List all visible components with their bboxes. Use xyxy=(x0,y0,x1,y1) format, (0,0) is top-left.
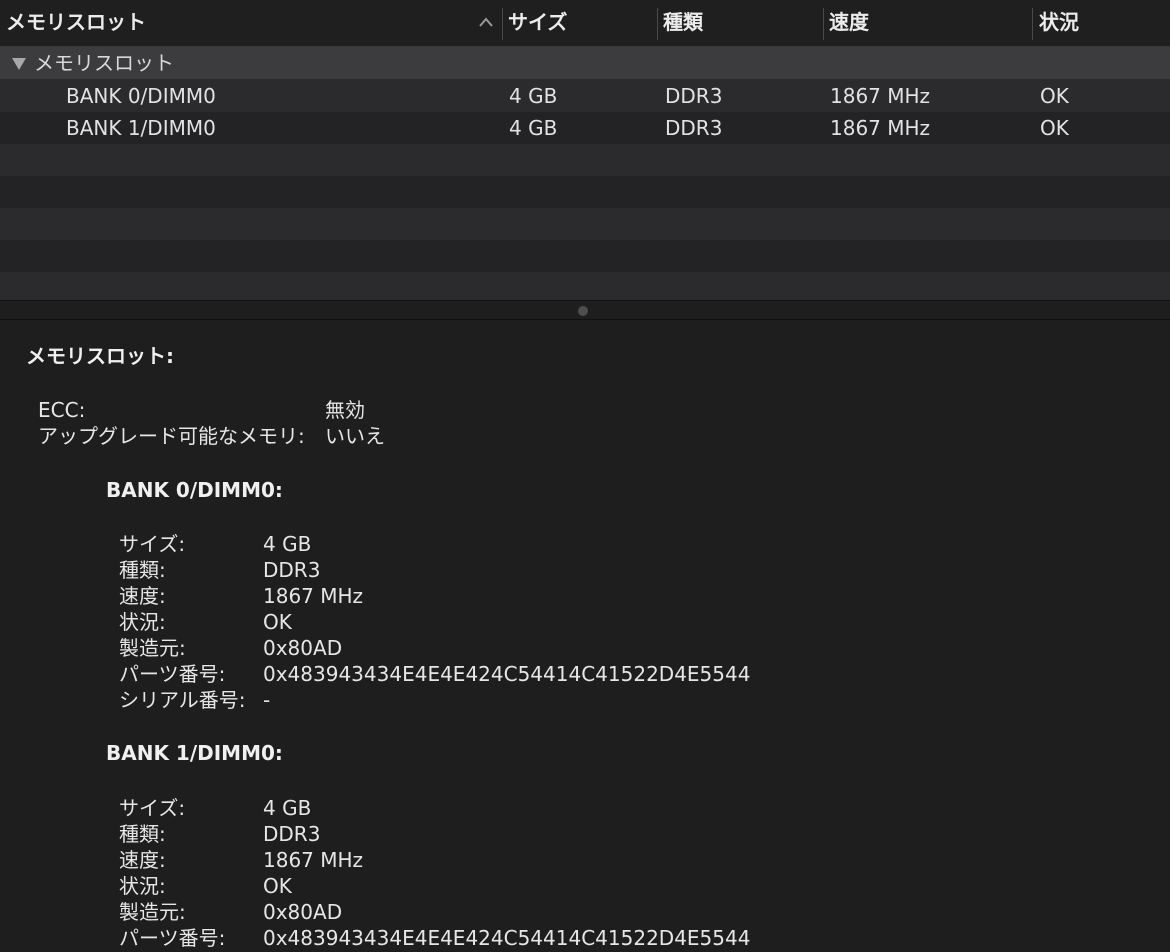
field-label: 速度: xyxy=(119,584,166,608)
field-value: 1867 MHz xyxy=(263,848,364,872)
field-value: 1867 MHz xyxy=(263,584,364,608)
column-header-type[interactable]: 種類 xyxy=(663,0,703,46)
bank-1-title: BANK 1/DIMM0: xyxy=(106,741,283,765)
empty-row xyxy=(0,240,1170,272)
cell-size: 4 GB xyxy=(509,116,558,140)
empty-row xyxy=(0,144,1170,176)
pane-splitter[interactable] xyxy=(0,300,1170,320)
sort-ascending-icon[interactable] xyxy=(476,0,496,46)
field-label: サイズ: xyxy=(119,796,186,820)
cell-speed: 1867 MHz xyxy=(830,116,931,140)
cell-name: BANK 0/DIMM0 xyxy=(66,84,216,108)
cell-type: DDR3 xyxy=(665,84,723,108)
field-value: 0x80AD xyxy=(263,636,343,660)
field-label: 状況: xyxy=(119,874,166,898)
field-label: 速度: xyxy=(119,848,166,872)
group-row-memory-slots[interactable]: メモリスロット xyxy=(0,47,1170,79)
column-divider[interactable] xyxy=(502,8,503,40)
column-divider[interactable] xyxy=(823,8,824,40)
field-label: 製造元: xyxy=(119,900,186,924)
disclosure-triangle-icon[interactable] xyxy=(11,56,27,70)
summary-value-ecc: 無効 xyxy=(325,398,365,422)
field-value: 4 GB xyxy=(263,532,312,556)
field-label: シリアル番号: xyxy=(119,688,246,712)
summary-value-upgradeable: いいえ xyxy=(325,424,385,448)
field-value: - xyxy=(263,688,271,712)
detail-pane: メモリスロット: ECC: 無効 アップグレード可能なメモリ: いいえ BANK… xyxy=(0,320,1170,952)
field-label: 製造元: xyxy=(119,636,186,660)
column-header-speed[interactable]: 速度 xyxy=(829,0,869,46)
field-label: パーツ番号: xyxy=(119,662,226,686)
splitter-handle[interactable] xyxy=(578,306,588,316)
bank-0-title: BANK 0/DIMM0: xyxy=(106,478,283,502)
cell-size: 4 GB xyxy=(509,84,558,108)
empty-row xyxy=(0,208,1170,240)
cell-type: DDR3 xyxy=(665,116,723,140)
cell-name: BANK 1/DIMM0 xyxy=(66,116,216,140)
summary-label-ecc: ECC: xyxy=(38,398,86,422)
empty-row xyxy=(0,176,1170,208)
field-label: 種類: xyxy=(119,822,166,846)
cell-status: OK xyxy=(1040,116,1069,140)
field-value: 0x80AD xyxy=(263,900,343,924)
empty-row xyxy=(0,272,1170,300)
field-label: サイズ: xyxy=(119,532,186,556)
column-divider[interactable] xyxy=(657,8,658,40)
group-label: メモリスロット xyxy=(34,51,174,75)
field-value: DDR3 xyxy=(263,558,321,582)
table-row[interactable]: BANK 1/DIMM0 4 GB DDR3 1867 MHz OK xyxy=(0,112,1170,144)
summary-label-upgradeable: アップグレード可能なメモリ: xyxy=(38,424,305,448)
column-header-size[interactable]: サイズ xyxy=(508,0,567,46)
field-value: OK xyxy=(263,874,292,898)
field-value: DDR3 xyxy=(263,822,321,846)
column-header-name[interactable]: メモリスロット xyxy=(6,0,146,46)
field-label: 種類: xyxy=(119,558,166,582)
table-header: メモリスロット サイズ 種類 速度 状況 xyxy=(0,0,1170,47)
field-label: パーツ番号: xyxy=(119,926,226,950)
field-value: 4 GB xyxy=(263,796,312,820)
table-row[interactable]: BANK 0/DIMM0 4 GB DDR3 1867 MHz OK xyxy=(0,80,1170,112)
field-value: 0x483943434E4E4E424C54414C41522D4E5544 xyxy=(263,926,751,950)
field-value: OK xyxy=(263,610,292,634)
memory-slot-table: メモリスロット サイズ 種類 速度 状況 メモリスロット BANK 0/DIMM… xyxy=(0,0,1170,300)
column-header-status[interactable]: 状況 xyxy=(1039,0,1079,46)
field-label: 状況: xyxy=(119,610,166,634)
field-value: 0x483943434E4E4E424C54414C41522D4E5544 xyxy=(263,662,751,686)
cell-status: OK xyxy=(1040,84,1069,108)
column-divider[interactable] xyxy=(1032,8,1033,40)
detail-title: メモリスロット: xyxy=(26,344,174,368)
cell-speed: 1867 MHz xyxy=(830,84,931,108)
